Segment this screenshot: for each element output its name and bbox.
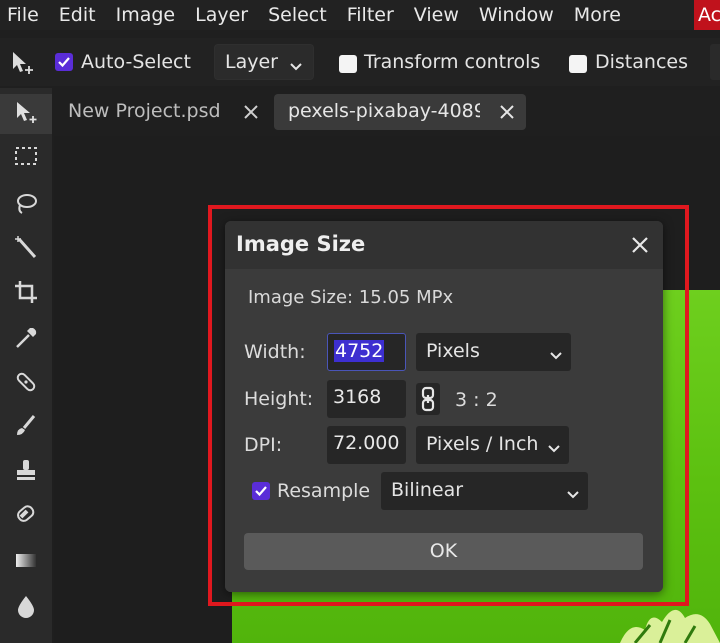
magic-wand-tool-button[interactable] [0, 230, 52, 270]
lasso-tool-button[interactable] [0, 186, 52, 226]
brush-icon [13, 413, 39, 443]
layer-select-dropdown[interactable]: Layer [214, 44, 314, 80]
dpi-unit-value: Pixels / Inch [426, 433, 539, 455]
image-size-dialog: Image Size Image Size: 15.05 MPx Width: … [225, 221, 663, 592]
dpi-unit-dropdown[interactable]: Pixels / Inch [416, 426, 569, 464]
move-icon [13, 99, 39, 129]
chevron-down-icon [566, 485, 580, 504]
magic-wand-icon [13, 235, 39, 265]
height-input[interactable]: 3168 [327, 380, 406, 418]
tools-panel [0, 88, 52, 643]
close-icon[interactable] [631, 236, 649, 254]
layer-select-value: Layer [225, 51, 278, 73]
stamp-icon [13, 457, 39, 487]
options-overflow-button[interactable] [710, 44, 720, 80]
menu-more[interactable]: More [565, 0, 632, 30]
dialog-title: Image Size [236, 232, 366, 256]
brush-tool-button[interactable] [0, 408, 52, 448]
crop-tool-button[interactable] [0, 274, 52, 314]
menu-view[interactable]: View [405, 0, 470, 30]
close-icon[interactable] [242, 103, 260, 121]
marquee-tool-button[interactable] [0, 138, 52, 178]
dpi-value: 72.000 [333, 432, 400, 454]
eraser-icon [13, 501, 39, 531]
close-icon[interactable] [498, 103, 516, 121]
move-tool-icon [10, 50, 36, 76]
dpi-input[interactable]: 72.000 [327, 426, 406, 464]
chevron-down-icon [289, 57, 303, 76]
move-tool-button[interactable] [0, 94, 52, 134]
menu-filter[interactable]: Filter [338, 0, 405, 30]
bandage-icon [13, 369, 39, 399]
dpi-label: DPI: [244, 434, 283, 456]
eyedropper-icon [13, 325, 39, 355]
account-button[interactable]: Ac [694, 0, 720, 30]
menu-bar: File Edit Image Layer Select Filter View… [0, 0, 720, 30]
document-tabs: New Project.psd pexels-pixabay-4089 [54, 90, 720, 134]
chevron-down-icon [547, 439, 561, 458]
distances-checkbox[interactable] [569, 55, 587, 73]
menu-layer[interactable]: Layer [186, 0, 259, 30]
menu-select[interactable]: Select [259, 0, 338, 30]
dialog-header: Image Size [225, 221, 663, 269]
width-label: Width: [244, 341, 306, 363]
resample-checkbox[interactable] [252, 482, 270, 500]
width-unit-value: Pixels [426, 340, 480, 362]
image-size-info: Image Size: 15.05 MPx [248, 287, 454, 308]
stamp-tool-button[interactable] [0, 452, 52, 492]
width-input[interactable]: 4752 [327, 333, 406, 371]
ok-button[interactable]: OK [244, 533, 643, 570]
distances-label: Distances [595, 51, 688, 73]
lasso-icon [13, 191, 39, 221]
tab-new-project[interactable]: New Project.psd [54, 94, 274, 130]
height-label: Height: [244, 388, 314, 410]
menu-window[interactable]: Window [470, 0, 565, 30]
resample-method-dropdown[interactable]: Bilinear [381, 472, 588, 510]
resample-method-value: Bilinear [391, 479, 464, 501]
menu-edit[interactable]: Edit [50, 0, 107, 30]
gradient-icon [13, 547, 39, 577]
eraser-tool-button[interactable] [0, 496, 52, 536]
menu-file[interactable]: File [0, 0, 50, 30]
auto-select-label: Auto-Select [81, 51, 191, 73]
transform-controls-label: Transform controls [364, 51, 541, 73]
width-unit-dropdown[interactable]: Pixels [416, 333, 571, 371]
menu-image[interactable]: Image [107, 0, 187, 30]
width-value: 4752 [334, 340, 385, 362]
link-icon [416, 386, 440, 419]
gradient-tool-button[interactable] [0, 542, 52, 582]
blur-tool-button[interactable] [0, 588, 52, 628]
tab-label: pexels-pixabay-4089 [288, 100, 480, 122]
tab-label: New Project.psd [68, 100, 221, 122]
transform-controls-checkbox[interactable] [339, 55, 357, 73]
drop-icon [13, 593, 39, 623]
auto-select-checkbox[interactable] [55, 53, 73, 71]
height-value: 3168 [333, 386, 382, 408]
tab-pexels-pixabay[interactable]: pexels-pixabay-4089 [274, 94, 526, 130]
aspect-ratio: 3 : 2 [455, 389, 498, 411]
eyedropper-tool-button[interactable] [0, 320, 52, 360]
marquee-icon [13, 143, 39, 173]
resample-label: Resample [277, 480, 371, 502]
crop-icon [13, 279, 39, 309]
healing-tool-button[interactable] [0, 364, 52, 404]
options-bar: Auto-Select Layer Transform controls Dis… [0, 38, 720, 86]
chevron-down-icon [549, 346, 563, 365]
constrain-proportions-button[interactable] [416, 383, 440, 415]
